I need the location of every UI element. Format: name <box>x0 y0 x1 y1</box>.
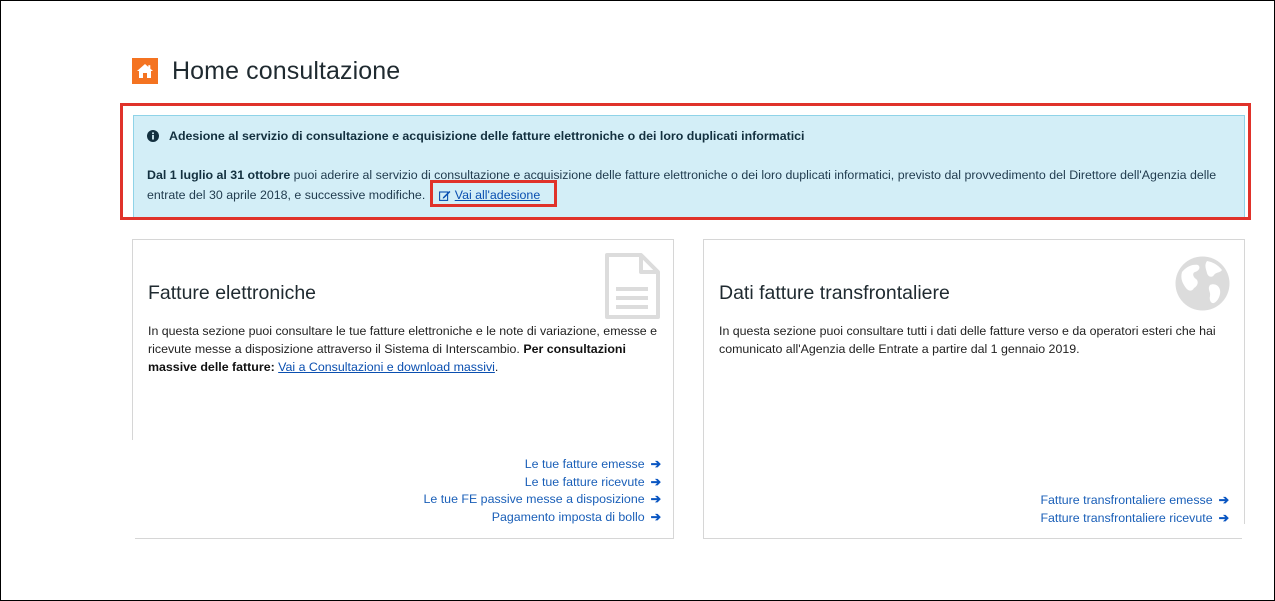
globe-icon <box>1175 256 1230 311</box>
link-passive-invoices[interactable]: Le tue FE passive messe a disposizione ➔ <box>424 491 661 509</box>
link-label[interactable]: Fatture transfrontaliere emesse <box>1040 493 1212 507</box>
arrow-right-icon: ➔ <box>650 474 661 489</box>
link-received-invoices[interactable]: Le tue fatture ricevute ➔ <box>424 474 661 492</box>
page-title: Home consultazione <box>172 56 401 85</box>
card-edge-mask <box>1242 524 1245 539</box>
document-icon <box>605 253 660 319</box>
link-crossborder-issued[interactable]: Fatture transfrontaliere emesse ➔ <box>1040 492 1229 510</box>
card-text-crossborder: In questa sezione puoi consultare tutti … <box>719 324 1216 356</box>
card-edge-mask <box>132 440 135 541</box>
link-label[interactable]: Fatture transfrontaliere ricevute <box>1040 511 1212 525</box>
massive-download-link[interactable]: Vai a Consultazioni e download massivi <box>278 360 495 374</box>
arrow-right-icon: ➔ <box>650 492 661 506</box>
electronic-links: Le tue fatture emesse ➔ Le tue fatture ri… <box>424 456 661 526</box>
highlight-outline <box>120 103 1251 220</box>
card-title-electronic: Fatture elettroniche <box>148 282 317 304</box>
link-issued-invoices[interactable]: Le tue fatture emesse ➔ <box>424 456 661 474</box>
page-header: Home consultazione <box>132 56 400 86</box>
crossborder-links: Fatture transfrontaliere emesse ➔ Fatture… <box>1040 492 1229 527</box>
home-icon[interactable] <box>132 58 158 84</box>
electronic-invoices-card: Fatture elettroniche In questa sezione p… <box>132 239 674 541</box>
arrow-right-icon: ➔ <box>1218 510 1229 525</box>
crossborder-invoices-card: Dati fatture transfrontaliere In questa … <box>703 239 1245 539</box>
link-label[interactable]: Le tue FE passive messe a disposizione <box>424 492 645 506</box>
arrow-right-icon: ➔ <box>1218 493 1229 507</box>
card-text-electronic: In questa sezione puoi consultare le tue… <box>148 324 658 374</box>
link-label[interactable]: Le tue fatture ricevute <box>525 475 645 489</box>
link-crossborder-received[interactable]: Fatture transfrontaliere ricevute ➔ <box>1040 510 1229 528</box>
arrow-right-icon: ➔ <box>650 457 661 471</box>
link-stamp-duty[interactable]: Pagamento imposta di bollo ➔ <box>424 509 661 527</box>
arrow-right-icon: ➔ <box>650 509 661 524</box>
card-title-crossborder: Dati fatture transfrontaliere <box>719 282 950 304</box>
link-label[interactable]: Le tue fatture emesse <box>525 457 645 471</box>
link-label[interactable]: Pagamento imposta di bollo <box>492 510 645 524</box>
